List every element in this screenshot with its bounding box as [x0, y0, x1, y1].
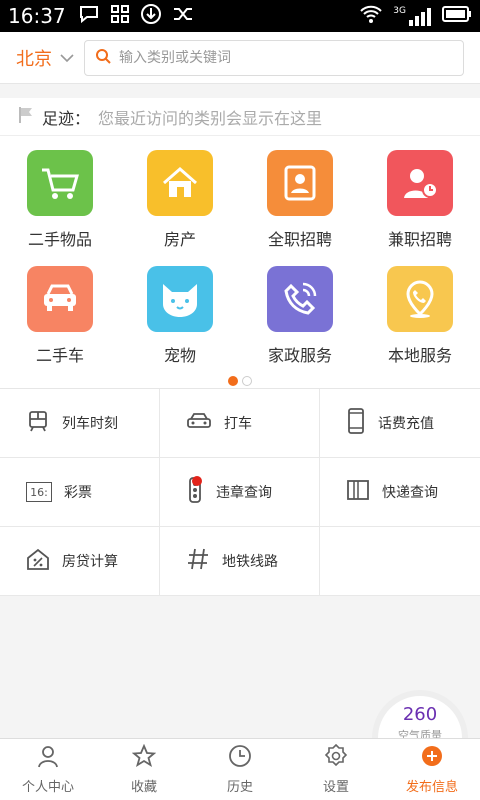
category-second-hand[interactable]: 二手物品 [0, 150, 120, 250]
mobile-icon [346, 408, 366, 438]
tool-label: 地铁线路 [222, 554, 278, 570]
category-label: 全职招聘 [267, 230, 332, 249]
category-parttime-jobs[interactable]: 兼职招聘 [360, 150, 480, 250]
package-icon [346, 479, 370, 505]
cat-icon [147, 266, 213, 332]
category-fulltime-jobs[interactable]: 全职招聘 [240, 150, 360, 250]
car-icon [27, 266, 93, 332]
tool-train-schedule[interactable]: 列车时刻 [0, 389, 160, 458]
category-grid: 二手物品 房产 全职招聘 兼职招聘 二手车 宠物 家政服务 本地服务 [0, 150, 480, 366]
category-used-cars[interactable]: 二手车 [0, 266, 120, 366]
status-notification-icons [78, 3, 194, 30]
tools-grid: 列车时刻 打车 话费充值 16: 彩票 违章查询 快递查询 房贷计算 地铁线路 [0, 389, 480, 596]
category-local-services[interactable]: 本地服务 [360, 266, 480, 366]
category-label: 家政服务 [267, 346, 332, 365]
hash-icon [186, 547, 210, 575]
category-label: 二手物品 [27, 230, 92, 249]
city-name: 北京 [16, 48, 52, 70]
status-system-icons: 3G [359, 4, 472, 29]
footprint-hint: 您最近访问的类别会显示在这里 [98, 108, 323, 128]
tool-label: 列车时刻 [62, 416, 118, 432]
battery-icon [442, 4, 472, 28]
footprint-label: 足迹： [42, 108, 91, 128]
tab-label: 发布信息 [405, 780, 458, 795]
status-bar: 16:37 3G [0, 0, 480, 32]
wifi-icon [359, 4, 383, 29]
tab-label: 个人中心 [21, 780, 74, 795]
phone-icon [267, 266, 333, 332]
search-box[interactable] [84, 39, 464, 76]
tool-subway-lines[interactable]: 地铁线路 [160, 527, 320, 596]
lottery-icon: 16: [26, 482, 52, 502]
page-dot[interactable] [242, 376, 252, 386]
category-panel: 二手物品 房产 全职招聘 兼职招聘 二手车 宠物 家政服务 本地服务 [0, 136, 480, 389]
tab-label: 历史 [226, 780, 253, 795]
tab-settings[interactable]: 设置 [288, 739, 384, 800]
category-pets[interactable]: 宠物 [120, 266, 240, 366]
tab-label: 设置 [322, 780, 349, 795]
status-time: 16:37 [8, 4, 66, 28]
tool-label: 违章查询 [216, 485, 272, 501]
shuffle-icon [172, 4, 194, 29]
category-label: 本地服务 [387, 346, 452, 365]
id-card-icon [267, 150, 333, 216]
network-type: 3G [393, 6, 406, 16]
tool-mortgage-calculator[interactable]: 房贷计算 [0, 527, 160, 596]
person-clock-icon [387, 150, 453, 216]
tool-express-query[interactable]: 快递查询 [320, 458, 480, 527]
category-housing[interactable]: 房产 [120, 150, 240, 250]
star-icon [131, 743, 157, 772]
tool-label: 房贷计算 [62, 554, 118, 570]
location-phone-icon [387, 266, 453, 332]
gear-icon [324, 743, 348, 772]
category-label: 宠物 [163, 346, 196, 365]
tool-label: 打车 [224, 416, 252, 432]
train-icon [26, 409, 50, 437]
tab-favorites[interactable]: 收藏 [96, 739, 192, 800]
house-percent-icon [26, 547, 50, 575]
chat-icon [78, 4, 100, 29]
tool-label: 话费充值 [378, 416, 434, 432]
chevron-down-icon [60, 47, 74, 68]
tab-personal-center[interactable]: 个人中心 [0, 739, 96, 800]
page-dot-active[interactable] [228, 376, 238, 386]
signal-icon: 3G [393, 6, 432, 26]
download-icon [140, 3, 162, 30]
tab-label: 收藏 [130, 780, 157, 795]
tool-label: 彩票 [64, 485, 92, 501]
city-selector[interactable]: 北京 [16, 45, 84, 71]
search-input[interactable] [119, 49, 453, 66]
new-badge-dot [192, 476, 202, 486]
grid-icon [110, 4, 130, 29]
clock-icon [228, 744, 252, 772]
tab-history[interactable]: 历史 [192, 739, 288, 800]
bottom-tab-bar: 个人中心 收藏 历史 设置 发布信息 [0, 738, 480, 800]
shopping-cart-icon [27, 150, 93, 216]
tab-publish[interactable]: 发布信息 [384, 739, 480, 800]
publish-icon [419, 744, 445, 772]
flag-icon [18, 106, 34, 128]
footprint-bar: 足迹： 您最近访问的类别会显示在这里 [0, 98, 480, 136]
category-label: 兼职招聘 [387, 230, 452, 249]
tool-taxi[interactable]: 打车 [160, 389, 320, 458]
tool-violation-query[interactable]: 违章查询 [160, 458, 320, 527]
house-icon [147, 150, 213, 216]
tool-phone-recharge[interactable]: 话费充值 [320, 389, 480, 458]
category-housekeeping[interactable]: 家政服务 [240, 266, 360, 366]
tool-label: 快递查询 [382, 485, 438, 501]
header: 北京 [0, 32, 480, 84]
aqi-value: 260 [402, 704, 438, 725]
person-icon [36, 744, 60, 772]
tool-empty-cell [320, 527, 480, 596]
tool-lottery[interactable]: 16: 彩票 [0, 458, 160, 527]
page-indicator [0, 376, 480, 386]
search-icon [95, 48, 111, 68]
category-label: 房产 [163, 230, 196, 249]
taxi-icon [186, 411, 212, 435]
lottery-badge-text: 16: [30, 485, 48, 499]
category-label: 二手车 [35, 346, 84, 365]
